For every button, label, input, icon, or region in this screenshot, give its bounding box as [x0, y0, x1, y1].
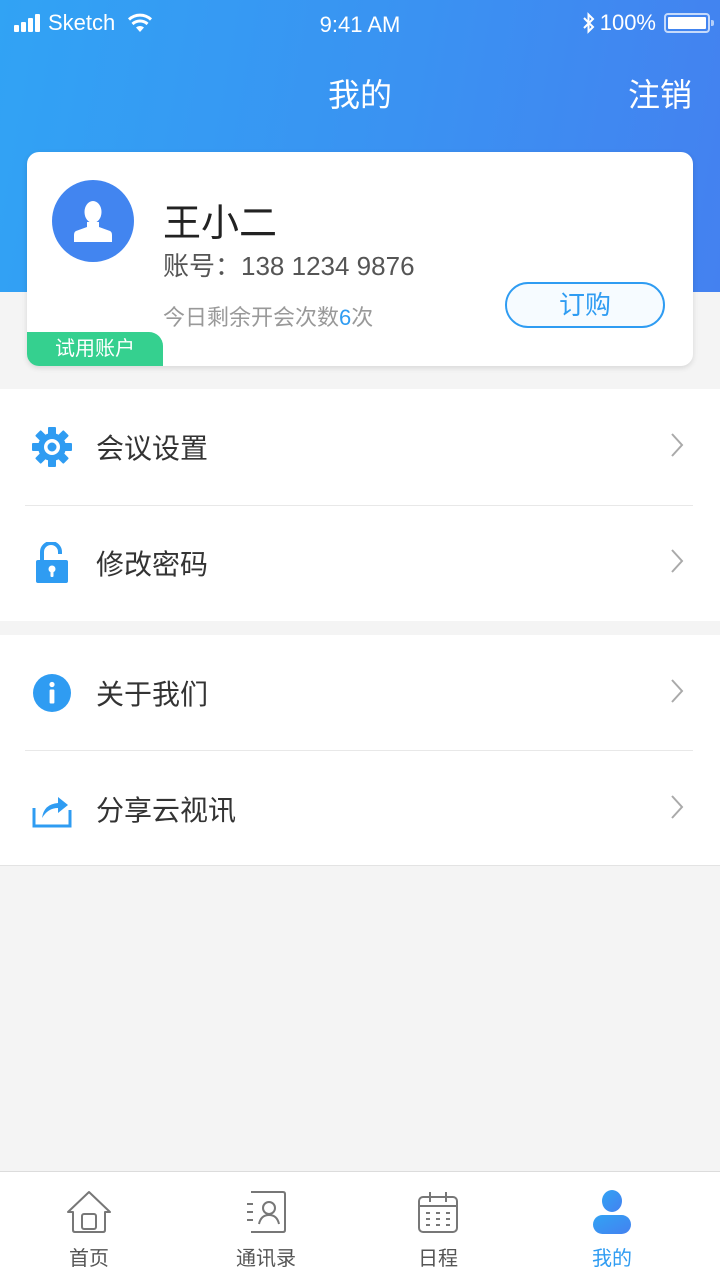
menu-item-label: 会议设置 [96, 433, 209, 464]
info-icon [31, 672, 73, 714]
subscribe-button[interactable]: 订购 [505, 282, 665, 328]
gear-icon [31, 426, 73, 468]
user-silhouette-icon [74, 201, 112, 242]
menu-item-about-us[interactable]: 关于我们 [0, 635, 720, 751]
menu-item-change-password[interactable]: 修改密码 [0, 505, 720, 621]
calendar-icon [414, 1188, 462, 1236]
user-name: 王小二 [163, 203, 278, 245]
battery-icon [664, 13, 714, 33]
remaining-meetings: 今日剩余开会次数6次 [163, 300, 373, 332]
tab-label: 首页 [69, 1248, 109, 1270]
avatar[interactable] [52, 180, 134, 262]
logout-button[interactable]: 注销 [628, 70, 692, 116]
menu-item-meeting-settings[interactable]: 会议设置 [0, 389, 720, 505]
remaining-prefix: 今日剩余开会次数 [163, 305, 340, 330]
menu-item-label: 修改密码 [96, 549, 209, 580]
tab-bar: 首页 通讯录 日程 我的 [0, 1171, 720, 1280]
battery-percent: 100% [599, 10, 656, 35]
tab-label: 通讯录 [236, 1248, 296, 1270]
tab-label: 我的 [592, 1248, 632, 1270]
status-bar: Sketch 9:41 AM 100% [0, 0, 720, 48]
remaining-suffix: 次 [351, 305, 374, 330]
tab-label: 日程 [418, 1248, 458, 1270]
page-title: 我的 [327, 77, 392, 113]
share-icon [31, 788, 73, 830]
tab-contacts[interactable]: 通讯录 [206, 1172, 326, 1280]
chevron-right-icon [670, 678, 684, 709]
tab-mine[interactable]: 我的 [552, 1172, 672, 1280]
chevron-right-icon [670, 794, 684, 825]
tab-home[interactable]: 首页 [29, 1172, 149, 1280]
home-icon [65, 1188, 113, 1236]
menu-item-share[interactable]: 分享云视讯 [0, 751, 720, 867]
chevron-right-icon [670, 548, 684, 579]
user-icon [588, 1188, 636, 1236]
trial-account-badge: 试用账户 [27, 332, 163, 366]
chevron-right-icon [670, 432, 684, 463]
menu-group-about: 关于我们 分享云视讯 [0, 635, 720, 866]
account-label: 账号： [163, 251, 242, 281]
tab-schedule[interactable]: 日程 [378, 1172, 498, 1280]
remaining-count: 6 [339, 305, 352, 330]
menu-item-label: 分享云视讯 [96, 795, 237, 826]
contacts-icon [242, 1188, 290, 1236]
menu-item-label: 关于我们 [96, 679, 209, 710]
profile-card: 王小二 账号：138 1234 9876 今日剩余开会次数6次 订购 试用账户 [27, 152, 693, 366]
account-value: 138 1234 9876 [241, 251, 415, 281]
menu-group-settings: 会议设置 修改密码 [0, 389, 720, 621]
unlock-icon [31, 542, 73, 584]
bluetooth-icon [583, 12, 595, 34]
account-number: 账号：138 1234 9876 [163, 246, 415, 283]
